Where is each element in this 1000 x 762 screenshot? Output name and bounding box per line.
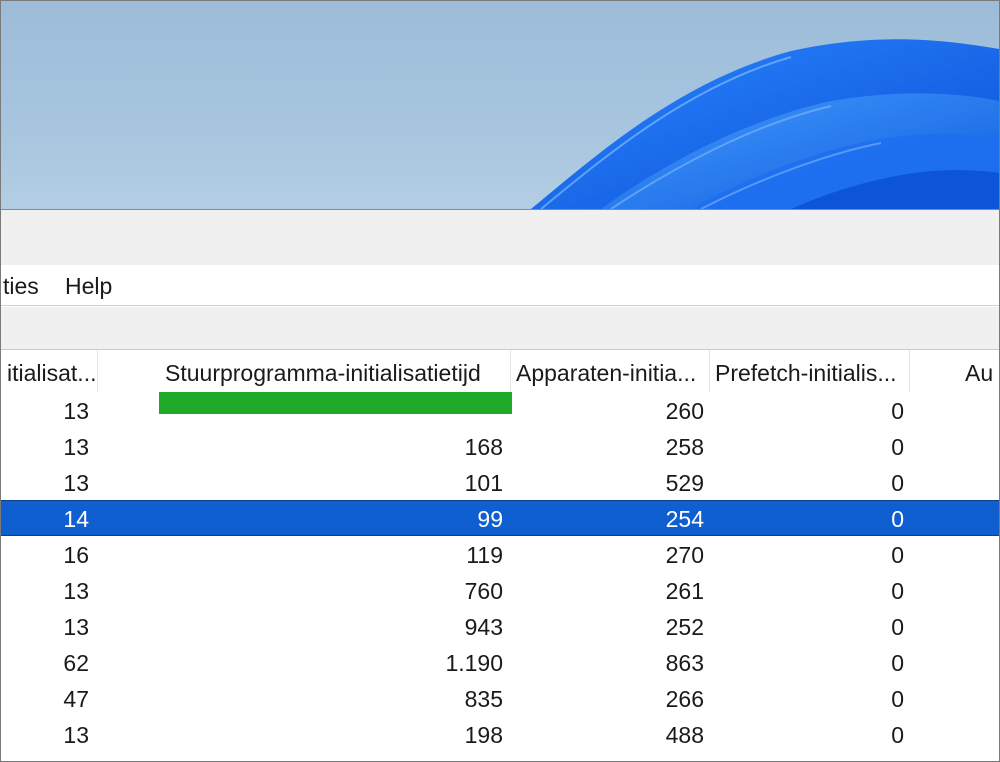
menu-item-help[interactable]: Help [65,273,112,300]
table-cell: 0 [891,506,904,532]
table-cell: 0 [891,650,904,676]
windows-bloom-graphic [531,39,999,209]
table-cell: 13 [63,722,89,748]
column-header-initialisatie[interactable]: itialisat... [1,350,97,392]
toolbar [1,307,999,350]
table-cell: 47 [63,686,89,712]
table-row[interactable]: 13 943 252 0 [1,608,999,644]
column-header-prefetch[interactable]: Prefetch-initialis... [709,350,909,392]
table-cell: 943 [464,614,503,640]
table-cell: 14 [63,506,89,532]
table-cell: 13 [63,614,89,640]
table-cell: 270 [665,542,704,568]
table-cell: 1.190 [445,650,503,676]
column-divider[interactable] [909,350,910,392]
column-header-auto[interactable]: Au [959,350,999,392]
table-row[interactable]: 47 835 266 0 [1,680,999,716]
table-cell: 488 [665,722,704,748]
table-row[interactable]: 13 168 258 0 [1,428,999,464]
table-cell: 13 [63,434,89,460]
table-header: itialisat... Stuurprogramma-initialisati… [1,350,999,392]
table-cell: 198 [464,722,503,748]
table-cell: 99 [477,506,503,532]
screenshot-frame: ties Help itialisat... Stuurprogramma-in… [0,0,1000,762]
table-cell: 16 [63,542,89,568]
table-cell: 0 [891,434,904,460]
table-row[interactable]: 62 1.190 863 0 [1,644,999,680]
table-row[interactable]: 14 99 254 0 [1,500,999,536]
table-row[interactable]: 16 119 270 0 [1,536,999,572]
table-cell: 260 [665,398,704,424]
desktop-wallpaper [1,1,999,209]
column-divider[interactable] [97,350,98,392]
table-cell: 0 [891,722,904,748]
table-cell: 0 [891,686,904,712]
table-cell: 252 [665,614,704,640]
table-cell: 101 [464,470,503,496]
table-cell: 0 [891,614,904,640]
menu-item-properties[interactable]: ties [3,273,39,300]
table-cell: 0 [891,578,904,604]
table-cell: 266 [665,686,704,712]
table-cell: 863 [665,650,704,676]
table-cell: 0 [891,542,904,568]
column-header-apparaten[interactable]: Apparaten-initia... [510,350,710,392]
table-cell: 13 [63,470,89,496]
table-cell: 168 [464,434,503,460]
table-cell: 254 [665,506,704,532]
table-cell: 119 [466,542,503,568]
table-cell: 835 [464,686,503,712]
menu-bar: ties Help [1,265,999,306]
window-title-bar [1,209,999,266]
table-cell: 261 [665,578,704,604]
column-header-stuurprogramma[interactable]: Stuurprogramma-initialisatietijd [159,350,511,392]
table-row[interactable]: 13 101 529 0 [1,464,999,500]
table-cell: 13 [63,398,89,424]
table-cell: 0 [891,470,904,496]
table-cell: 62 [63,650,89,676]
table-cell: 760 [464,578,503,604]
table-cell: 0 [891,398,904,424]
table-cell: 13 [63,578,89,604]
table-cell: 529 [665,470,704,496]
table-cell: 258 [665,434,704,460]
table-row[interactable]: 13 760 261 0 [1,572,999,608]
table-row[interactable]: 13 198 488 0 [1,716,999,752]
highlight-marker [159,392,512,414]
